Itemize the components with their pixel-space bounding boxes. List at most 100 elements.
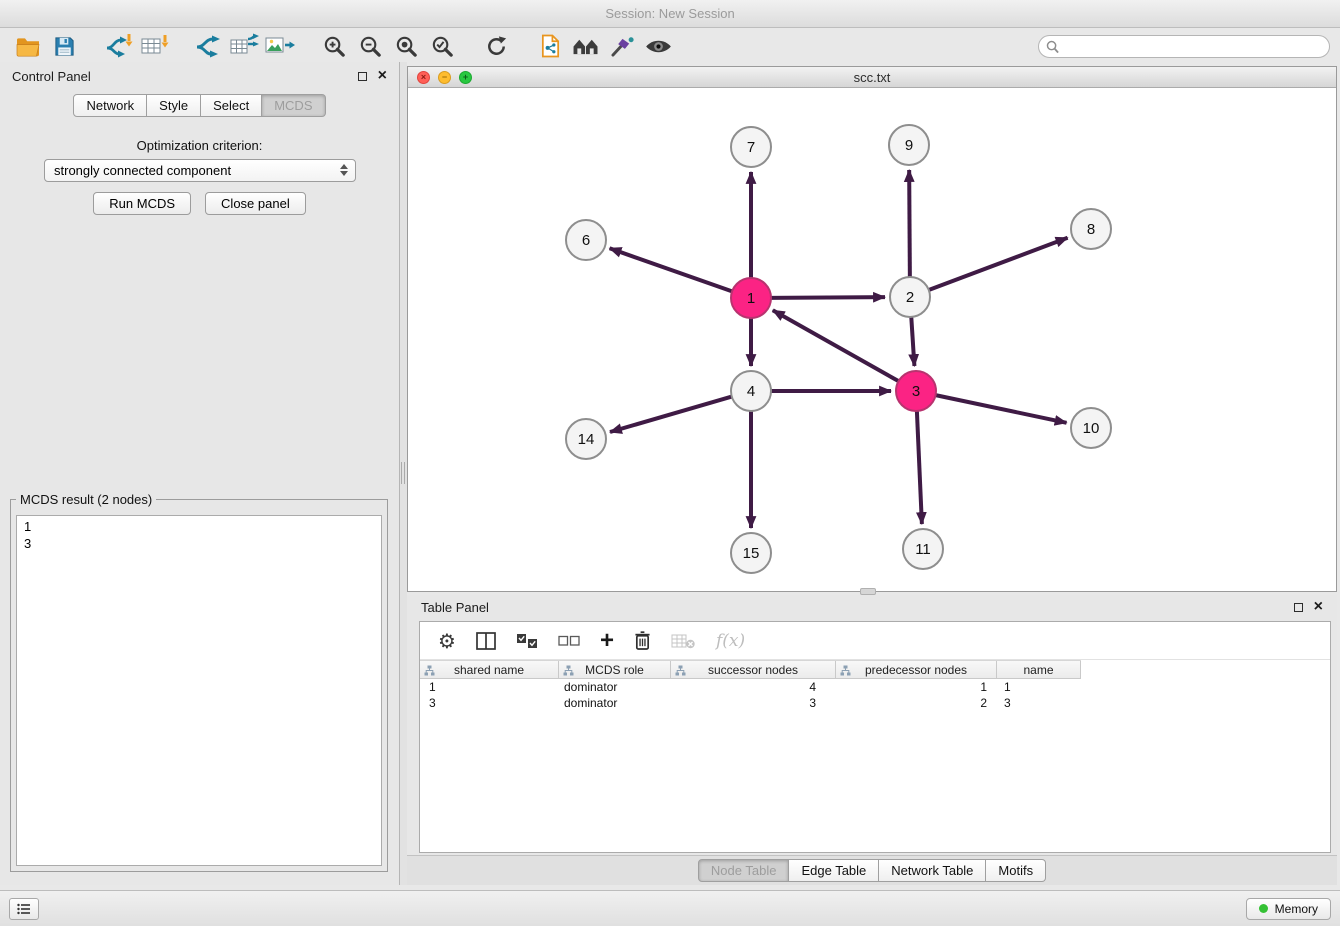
horizontal-splitter-grip[interactable]: [860, 588, 876, 595]
close-panel-icon[interactable]: ×: [378, 68, 387, 84]
network-canvas[interactable]: 7 9 6 8 1 2 4 3 14 10 15 11: [408, 88, 1336, 591]
save-session-button[interactable]: [46, 30, 82, 62]
minimize-window-icon[interactable]: −: [438, 71, 451, 84]
style-tool-button[interactable]: [604, 30, 640, 62]
import-network-from-file-button[interactable]: [100, 30, 136, 62]
graph-edge-2-3[interactable]: [911, 317, 914, 366]
cell-predecessor-nodes: 1: [836, 680, 997, 694]
tab-edge-table[interactable]: Edge Table: [789, 859, 879, 882]
task-history-button[interactable]: [9, 898, 39, 920]
unselect-all-icon: [558, 634, 580, 648]
import-table-from-file-button[interactable]: [136, 30, 172, 62]
column-header-name[interactable]: name: [997, 661, 1081, 678]
delete-table-button[interactable]: [671, 633, 696, 649]
network-window-titlebar[interactable]: × − + scc.txt: [408, 67, 1336, 88]
show-columns-button[interactable]: [476, 632, 496, 650]
unselect-all-columns-button[interactable]: [558, 634, 580, 648]
function-builder-button[interactable]: f(x): [716, 631, 745, 651]
graph-node-6[interactable]: 6: [566, 220, 606, 260]
zoom-fit-button[interactable]: [388, 30, 424, 62]
tab-select[interactable]: Select: [201, 94, 262, 117]
zoom-in-icon: [322, 34, 347, 59]
export-image-button[interactable]: [262, 30, 298, 62]
tab-network[interactable]: Network: [73, 94, 147, 117]
graph-edge-1-6[interactable]: [610, 248, 733, 291]
graph-node-9[interactable]: 9: [889, 125, 929, 165]
open-folder-icon: [15, 35, 41, 58]
graph-node-1[interactable]: 1: [731, 278, 771, 318]
panel-splitter[interactable]: [400, 62, 407, 885]
graph-node-3[interactable]: 3: [896, 371, 936, 411]
tab-mcds[interactable]: MCDS: [262, 94, 325, 117]
column-header-predecessor-nodes[interactable]: predecessor nodes: [836, 661, 997, 678]
tab-node-table[interactable]: Node Table: [698, 859, 790, 882]
tab-motifs[interactable]: Motifs: [986, 859, 1046, 882]
delete-column-button[interactable]: [634, 630, 651, 651]
column-header-shared-name[interactable]: shared name: [420, 661, 559, 678]
close-panel-button[interactable]: Close panel: [205, 192, 306, 215]
zoom-out-button[interactable]: [352, 30, 388, 62]
columns-icon: [476, 632, 496, 650]
open-session-button[interactable]: [10, 30, 46, 62]
graph-node-10[interactable]: 10: [1071, 408, 1111, 448]
graph-edge-2-8[interactable]: [929, 238, 1068, 290]
zoom-in-button[interactable]: [316, 30, 352, 62]
close-window-icon[interactable]: ×: [417, 71, 430, 84]
graph-edge-3-10[interactable]: [936, 395, 1067, 423]
mcds-result-list[interactable]: 1 3: [16, 515, 382, 866]
mcds-buttons-row: Run MCDS Close panel: [0, 192, 399, 215]
apply-layout-button[interactable]: [478, 30, 514, 62]
graph-edge-1-2[interactable]: [771, 297, 885, 298]
graph-node-2[interactable]: 2: [890, 277, 930, 317]
float-table-panel-icon[interactable]: [1294, 603, 1303, 612]
window-titlebar[interactable]: Session: New Session: [0, 0, 1340, 28]
criterion-dropdown[interactable]: strongly connected component: [44, 159, 356, 182]
graph-node-11[interactable]: 11: [903, 529, 943, 569]
network-document-button[interactable]: [532, 30, 568, 62]
graph-node-14[interactable]: 14: [566, 419, 606, 459]
column-header-successor-nodes[interactable]: successor nodes: [671, 661, 836, 678]
column-header-mcds-role[interactable]: MCDS role: [559, 661, 671, 678]
search-input[interactable]: [1063, 39, 1318, 54]
load-network-table-button[interactable]: [226, 30, 262, 62]
select-all-columns-button[interactable]: [516, 633, 538, 649]
graph-edge-3-1[interactable]: [773, 310, 899, 381]
graph-edge-3-11[interactable]: [917, 411, 922, 524]
cell-successor-nodes: 3: [671, 696, 836, 710]
graph-edge-2-9[interactable]: [909, 170, 910, 277]
fx-icon: f(x): [716, 631, 745, 651]
document-network-icon: [539, 33, 562, 59]
table-row[interactable]: 3 dominator 3 2 3: [420, 695, 1330, 711]
memory-button[interactable]: Memory: [1246, 898, 1331, 920]
create-column-button[interactable]: +: [600, 629, 614, 653]
graph-node-15[interactable]: 15: [731, 533, 771, 573]
show-neighbors-button[interactable]: [568, 30, 604, 62]
network-table-icon: [229, 33, 259, 59]
table-settings-button[interactable]: ⚙: [438, 629, 456, 653]
graph-node-7[interactable]: 7: [731, 127, 771, 167]
run-mcds-button[interactable]: Run MCDS: [93, 192, 191, 215]
graph-edge-4-14[interactable]: [610, 397, 732, 432]
list-icon: [17, 903, 31, 915]
search-box[interactable]: [1038, 35, 1330, 58]
mcds-result-line: 3: [24, 535, 374, 552]
toolbar-separator: [172, 46, 190, 47]
graph-node-4[interactable]: 4: [731, 371, 771, 411]
mcds-result-title: MCDS result (2 nodes): [16, 492, 156, 507]
close-table-panel-icon[interactable]: ×: [1314, 599, 1323, 615]
show-hide-details-button[interactable]: [640, 30, 676, 62]
load-network-button[interactable]: [190, 30, 226, 62]
zoom-selected-button[interactable]: [424, 30, 460, 62]
float-panel-icon[interactable]: [358, 72, 367, 81]
splitter-grip[interactable]: [401, 462, 405, 484]
maximize-window-icon[interactable]: +: [459, 71, 472, 84]
eye-icon: [644, 37, 673, 56]
tab-style[interactable]: Style: [147, 94, 201, 117]
cell-mcds-role: dominator: [559, 696, 671, 710]
export-image-icon: [264, 34, 296, 58]
tab-network-table[interactable]: Network Table: [879, 859, 986, 882]
svg-text:15: 15: [743, 545, 760, 562]
zoom-fit-icon: [394, 34, 419, 59]
graph-node-8[interactable]: 8: [1071, 209, 1111, 249]
table-row[interactable]: 1 dominator 4 1 1: [420, 679, 1330, 695]
